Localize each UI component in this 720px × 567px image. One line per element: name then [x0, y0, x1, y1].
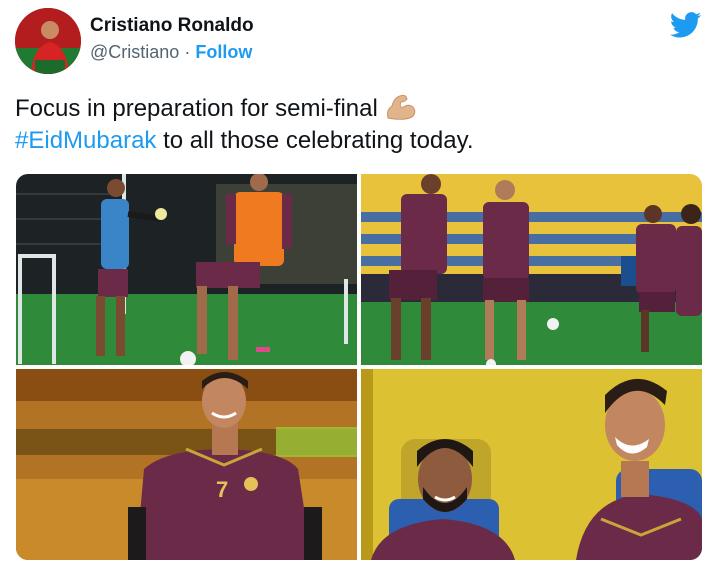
hashtag-link[interactable]: #EidMubarak: [15, 127, 156, 154]
author-name[interactable]: Cristiano Ronaldo: [90, 15, 254, 37]
avatar[interactable]: [15, 8, 81, 74]
photo-bench-laughing[interactable]: [361, 369, 702, 560]
tweet-line-2: #EidMubarak to all those celebrating tod…: [15, 125, 705, 157]
author-handle[interactable]: @Cristiano: [90, 42, 179, 62]
tweet-line-2-text: to all those celebrating today.: [156, 127, 474, 154]
photo-training-bibs[interactable]: [16, 174, 357, 365]
tweet-card: Cristiano Ronaldo @Cristiano · Follow Fo…: [0, 0, 720, 567]
tweet-line-1-text: Focus in preparation for semi-final: [15, 95, 378, 122]
follow-button[interactable]: Follow: [195, 42, 252, 62]
media-grid: 7: [16, 174, 702, 560]
author-handle-row: @Cristiano · Follow: [90, 42, 252, 63]
photo-team-training[interactable]: [361, 174, 702, 365]
tweet-line-1: Focus in preparation for semi-final: [15, 92, 705, 125]
twitter-bird-icon[interactable]: [670, 12, 702, 38]
photo-player-portrait[interactable]: 7: [16, 369, 357, 560]
tweet-text: Focus in preparation for semi-final #Eid…: [15, 92, 705, 157]
flexed-biceps-emoji: [386, 94, 416, 120]
separator-dot: ·: [184, 42, 191, 62]
jersey-number: 7: [216, 477, 228, 502]
